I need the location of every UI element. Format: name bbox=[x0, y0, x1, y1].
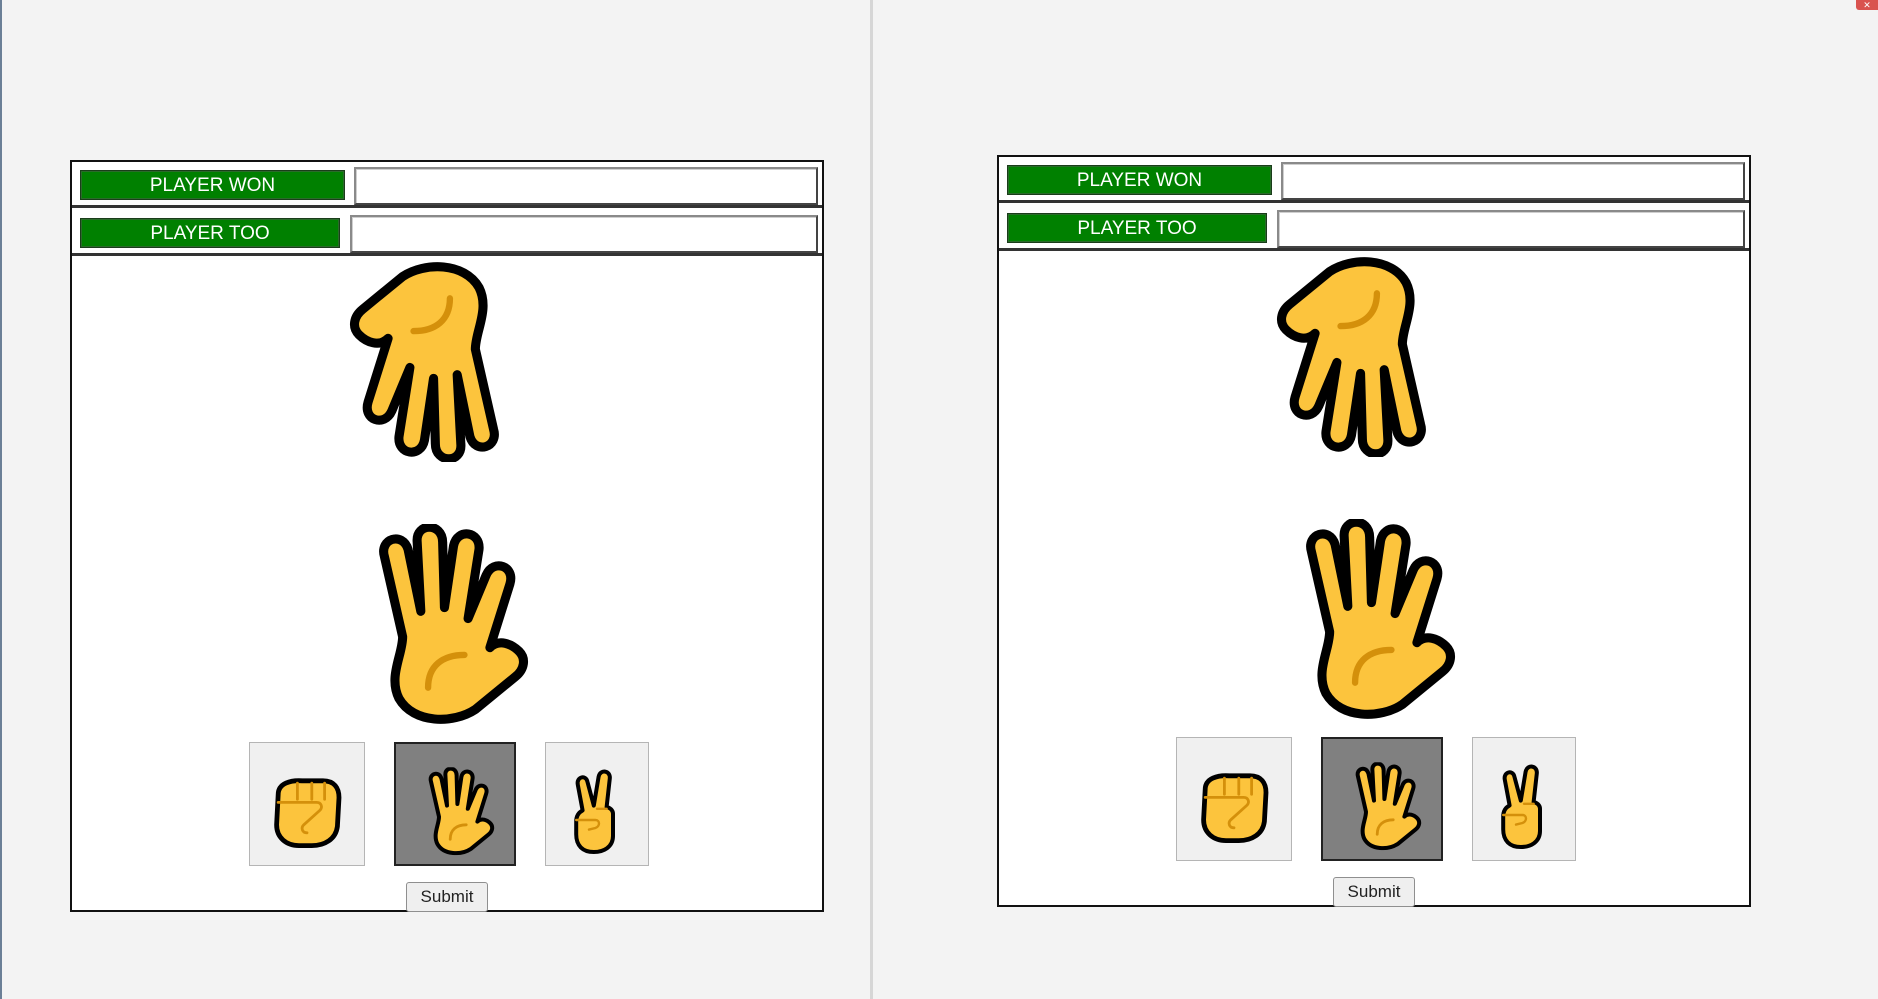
player2-name-field[interactable] bbox=[350, 215, 818, 253]
paper-choice-button[interactable] bbox=[1321, 737, 1443, 861]
close-icon[interactable]: ✕ bbox=[1856, 0, 1878, 10]
rock-choice-button[interactable] bbox=[249, 742, 365, 866]
player2-row: PLAYER TOO bbox=[999, 205, 1749, 251]
opponent-paper-hand-icon bbox=[344, 262, 534, 462]
game-board-right: PLAYER WON PLAYER TOO Submit bbox=[997, 155, 1751, 907]
player2-label: PLAYER TOO bbox=[1007, 213, 1267, 243]
rock-choice-button[interactable] bbox=[1176, 737, 1292, 861]
submit-button[interactable]: Submit bbox=[1333, 877, 1415, 907]
scissors-victory-icon bbox=[565, 766, 629, 856]
player2-name-field[interactable] bbox=[1277, 210, 1745, 248]
player1-name-field[interactable] bbox=[354, 167, 818, 205]
submit-button[interactable]: Submit bbox=[406, 882, 488, 912]
player1-name-field[interactable] bbox=[1281, 162, 1745, 200]
player2-row: PLAYER TOO bbox=[72, 210, 822, 256]
scissors-choice-button[interactable] bbox=[1472, 737, 1576, 861]
scissors-victory-icon bbox=[1492, 761, 1556, 851]
player1-label: PLAYER WON bbox=[1007, 165, 1272, 195]
paper-choice-button[interactable] bbox=[394, 742, 516, 866]
rock-fist-icon bbox=[1194, 765, 1274, 845]
paper-hand-icon bbox=[415, 766, 495, 856]
player1-label: PLAYER WON bbox=[80, 170, 345, 200]
player1-row: PLAYER WON bbox=[999, 157, 1749, 203]
player1-row: PLAYER WON bbox=[72, 162, 822, 208]
player-paper-hand-icon bbox=[1271, 519, 1461, 719]
player-paper-hand-icon bbox=[344, 524, 534, 724]
game-board-left: PLAYER WON PLAYER TOO Submit bbox=[70, 160, 824, 912]
rock-fist-icon bbox=[267, 770, 347, 850]
player2-label: PLAYER TOO bbox=[80, 218, 340, 248]
opponent-paper-hand-icon bbox=[1271, 257, 1461, 457]
scissors-choice-button[interactable] bbox=[545, 742, 649, 866]
paper-hand-icon bbox=[1342, 761, 1422, 851]
